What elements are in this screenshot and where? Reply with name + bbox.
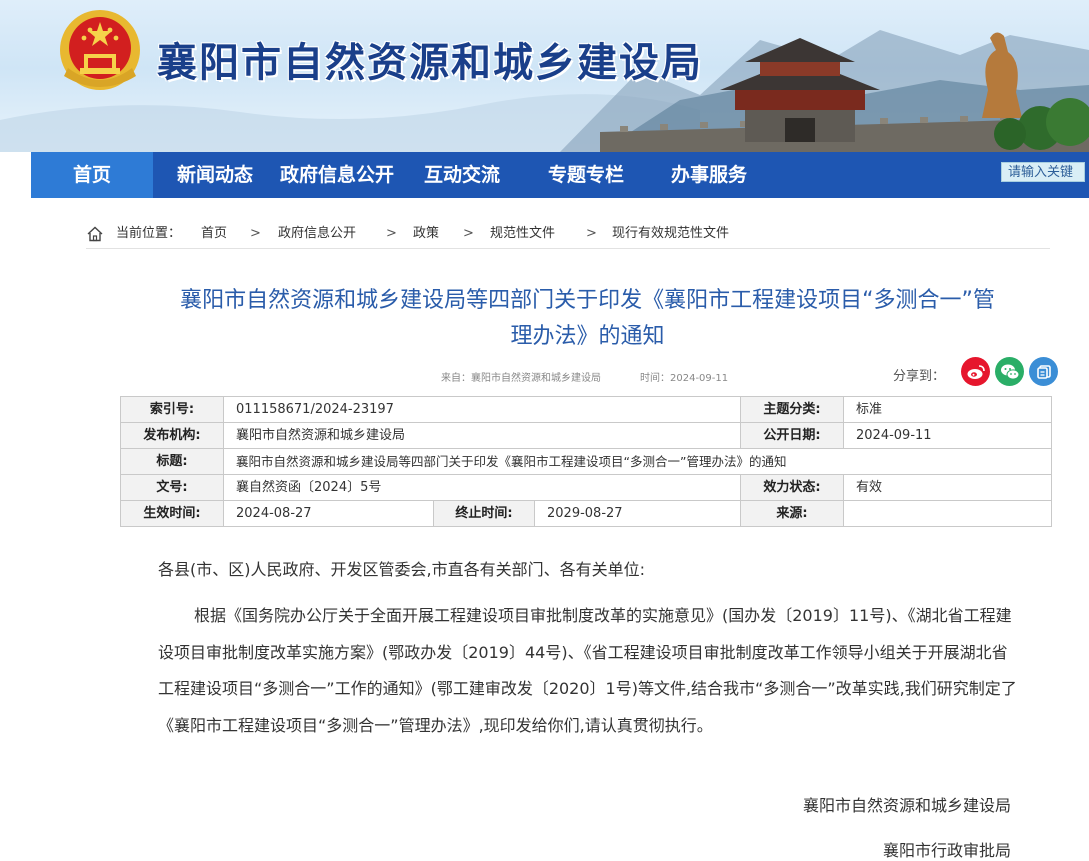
docno-value: 襄自然资函〔2024〕5号: [223, 474, 741, 501]
end-value: 2029-08-27: [534, 500, 741, 527]
body-paragraph: 根据《国务院办公厅关于全面开展工程建设项目审批制度改革的实施意见》(国办发〔20…: [158, 606, 1017, 735]
pubdate-value: 2024-09-11: [843, 422, 1052, 449]
article-title: 襄阳市自然资源和城乡建设局等四部门关于印发《襄阳市工程建设项目“多测合一”管 理…: [100, 283, 1075, 355]
share-label: 分享到：: [893, 369, 946, 384]
docno-label: 文号:: [120, 474, 224, 501]
breadcrumb: 当前位置： 首页 > 政府信息公开 > 政策 > 规范性文件 > 现行有效规范性…: [86, 222, 1050, 249]
nav-interaction[interactable]: 互动交流: [411, 152, 513, 198]
nav-topics[interactable]: 专题专栏: [535, 152, 637, 198]
index-label: 索引号:: [120, 396, 224, 423]
search-input[interactable]: [1001, 162, 1085, 182]
breadcrumb-item-gov-info[interactable]: 政府信息公开: [278, 222, 356, 246]
topic-value: 标准: [843, 396, 1052, 423]
weibo-icon: [967, 364, 985, 379]
table-row: 索引号: 011158671/2024-23197 主题分类: 标准: [120, 396, 1052, 423]
source-label: 来源:: [740, 500, 844, 527]
article-title-line1: 襄阳市自然资源和城乡建设局等四部门关于印发《襄阳市工程建设项目“多测合一”管: [180, 288, 995, 313]
breadcrumb-separator: >: [386, 226, 397, 241]
site-title: 襄阳市自然资源和城乡建设局: [157, 40, 703, 86]
nav-services[interactable]: 办事服务: [658, 152, 760, 198]
site-banner: 襄阳市自然资源和城乡建设局: [0, 0, 1089, 152]
article-source: 来自：襄阳市自然资源和城乡建设局: [441, 373, 601, 384]
source-value: [843, 500, 1052, 527]
publisher-value: 襄阳市自然资源和城乡建设局: [223, 422, 741, 449]
breadcrumb-label: 当前位置：: [116, 226, 182, 241]
main-navigation: 首页 新闻动态 政府信息公开 互动交流 专题专栏 办事服务: [31, 152, 1089, 198]
nav-gov-info[interactable]: 政府信息公开: [276, 152, 398, 198]
weibo-share-button[interactable]: [961, 357, 990, 386]
doc-title-value: 襄阳市自然资源和城乡建设局等四部门关于印发《襄阳市工程建设项目“多测合一”管理办…: [223, 448, 1052, 475]
nav-news[interactable]: 新闻动态: [164, 152, 266, 198]
index-value: 011158671/2024-23197: [223, 396, 741, 423]
table-row: 生效时间: 2024-08-27 终止时间: 2029-08-27 来源:: [120, 500, 1052, 527]
pubdate-label: 公开日期:: [740, 422, 844, 449]
breadcrumb-item-current[interactable]: 现行有效规范性文件: [612, 222, 729, 246]
publisher-label: 发布机构:: [120, 422, 224, 449]
national-emblem-icon: [60, 10, 140, 90]
table-row: 发布机构: 襄阳市自然资源和城乡建设局 公开日期: 2024-09-11: [120, 422, 1052, 449]
breadcrumb-separator: >: [250, 226, 261, 241]
wechat-icon: [1000, 364, 1019, 380]
breadcrumb-item-home[interactable]: 首页: [201, 222, 227, 246]
table-row: 标题: 襄阳市自然资源和城乡建设局等四部门关于印发《襄阳市工程建设项目“多测合一…: [120, 448, 1052, 475]
table-row: 文号: 襄自然资函〔2024〕5号 效力状态: 有效: [120, 474, 1052, 501]
article-date: 时间：2024-09-11: [640, 373, 729, 384]
doc-title-label: 标题:: [120, 448, 224, 475]
end-label: 终止时间:: [433, 500, 535, 527]
breadcrumb-item-policy[interactable]: 政策: [413, 222, 439, 246]
nav-home[interactable]: 首页: [31, 152, 153, 198]
other-share-button[interactable]: [1029, 357, 1058, 386]
breadcrumb-separator: >: [586, 226, 597, 241]
effective-label: 生效时间:: [120, 500, 224, 527]
home-icon: [87, 226, 103, 242]
signature-bureau: 襄阳市自然资源和城乡建设局: [802, 796, 1011, 815]
article-title-line2: 理办法》的通知: [510, 324, 665, 349]
topic-label: 主题分类:: [740, 396, 844, 423]
breadcrumb-separator: >: [463, 226, 474, 241]
share-copy-icon: [1036, 364, 1051, 379]
wechat-share-button[interactable]: [995, 357, 1024, 386]
validity-label: 效力状态:: [740, 474, 844, 501]
effective-value: 2024-08-27: [223, 500, 434, 527]
signature-approval-bureau: 襄阳市行政审批局: [882, 841, 1011, 860]
validity-value: 有效: [843, 474, 1052, 501]
document-info-table: 索引号: 011158671/2024-23197 主题分类: 标准 发布机构:…: [120, 396, 1052, 527]
body-salutation: 各县(市、区)人民政府、开发区管委会,市直各有关部门、各有关单位:: [158, 560, 645, 579]
breadcrumb-item-normative-docs[interactable]: 规范性文件: [490, 222, 555, 246]
